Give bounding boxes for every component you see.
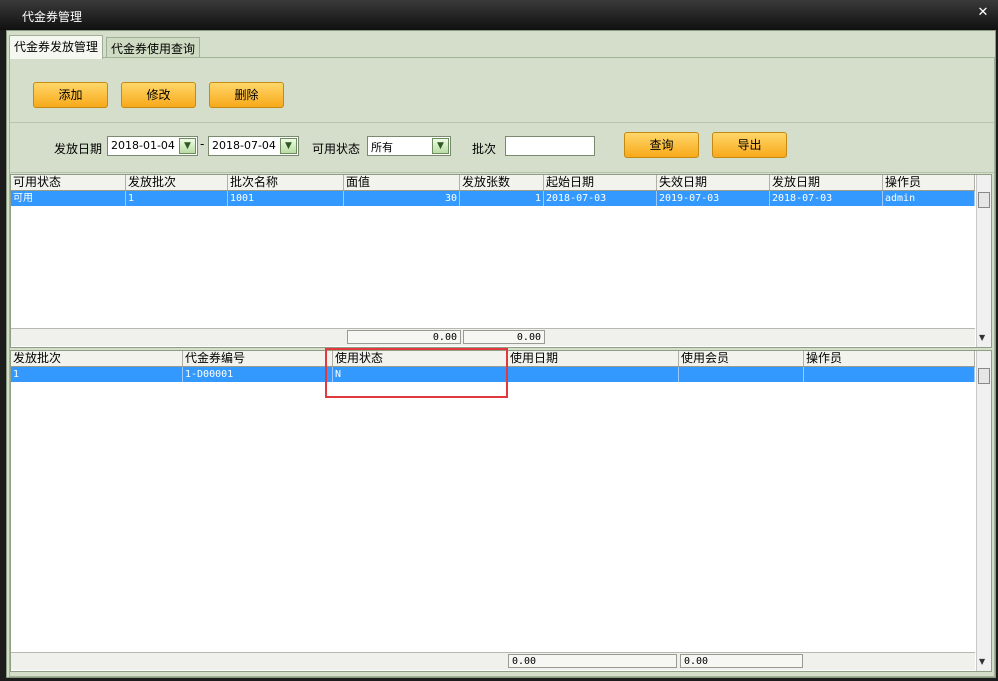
col-expire-date[interactable]: 失效日期: [657, 175, 770, 190]
total-1: 0.00: [508, 654, 677, 668]
export-button[interactable]: 导出: [712, 132, 787, 158]
batch-grid-header: 可用状态 发放批次 批次名称 面值 发放张数 起始日期 失效日期 发放日期 操作…: [11, 175, 975, 191]
col-issue-date[interactable]: 发放日期: [770, 175, 883, 190]
scroll-down-icon[interactable]: ▼: [979, 657, 985, 666]
cell-status: 可用: [11, 191, 126, 206]
tab-strip: 代金券发放管理 代金券使用查询: [7, 35, 995, 59]
cell-voucher-number: 1-D00001: [183, 367, 333, 382]
client-area: 代金券发放管理 代金券使用查询 添加 修改 删除 发放日期 2018-01-04…: [6, 30, 996, 678]
date-from-picker[interactable]: 2018-01-04 ▼: [107, 136, 198, 156]
cell-usage-date: [508, 367, 679, 382]
cell-count: 1: [460, 191, 544, 206]
col-operator[interactable]: 操作员: [804, 351, 975, 366]
voucher-grid-totals: 0.00 0.00: [11, 652, 975, 670]
chevron-down-icon[interactable]: ▼: [179, 138, 196, 154]
col-voucher-number[interactable]: 代金券编号: [183, 351, 333, 366]
col-operator[interactable]: 操作员: [883, 175, 975, 190]
status-value: 所有: [371, 141, 393, 154]
app-window: 代金券管理 ✕ 代金券发放管理 代金券使用查询 添加 修改 删除 发放日期 20…: [0, 0, 998, 681]
col-available-status[interactable]: 可用状态: [11, 175, 126, 190]
table-row[interactable]: 1 1-D00001 N: [11, 367, 975, 382]
cell-usage-member: [679, 367, 804, 382]
col-issue-batch[interactable]: 发放批次: [11, 351, 183, 366]
cell-usage-status: N: [333, 367, 508, 382]
close-icon[interactable]: ✕: [976, 6, 990, 20]
query-button[interactable]: 查询: [624, 132, 699, 158]
tab-voucher-issue[interactable]: 代金券发放管理: [9, 35, 104, 59]
col-issue-count[interactable]: 发放张数: [460, 175, 544, 190]
batch-grid[interactable]: 可用状态 发放批次 批次名称 面值 发放张数 起始日期 失效日期 发放日期 操作…: [10, 174, 992, 348]
col-issue-batch[interactable]: 发放批次: [126, 175, 228, 190]
title-bar: 代金券管理 ✕: [0, 0, 998, 30]
cell-issue-date: 2018-07-03: [770, 191, 883, 206]
cell-operator: admin: [883, 191, 975, 206]
date-separator: -: [200, 137, 205, 151]
status-select[interactable]: 所有 ▼: [367, 136, 451, 156]
col-face-value[interactable]: 面值: [344, 175, 460, 190]
scroll-thumb[interactable]: [978, 192, 990, 208]
col-start-date[interactable]: 起始日期: [544, 175, 657, 190]
batch-grid-totals: 0.00 0.00: [11, 328, 975, 346]
col-usage-status[interactable]: 使用状态: [333, 351, 508, 366]
cell-expire-date: 2019-07-03: [657, 191, 770, 206]
cell-batch: 1: [11, 367, 183, 382]
date-from-value: 2018-01-04: [111, 139, 175, 152]
cell-batch: 1: [126, 191, 228, 206]
edit-button[interactable]: 修改: [121, 82, 196, 108]
table-row[interactable]: 可用 1 1001 30 1 2018-07-03 2019-07-03 201…: [11, 191, 975, 206]
status-label: 可用状态: [312, 142, 361, 156]
date-to-picker[interactable]: 2018-07-04 ▼: [208, 136, 299, 156]
issue-panel: 添加 修改 删除 发放日期 2018-01-04 ▼ - 2018-07-04 …: [9, 57, 995, 677]
total-face-value: 0.00: [347, 330, 461, 344]
batch-grid-scrollbar[interactable]: ▼: [976, 175, 991, 347]
total-2: 0.00: [680, 654, 803, 668]
cell-operator: [804, 367, 975, 382]
chevron-down-icon[interactable]: ▼: [432, 138, 449, 154]
scroll-down-icon[interactable]: ▼: [979, 333, 985, 342]
filter-bar: 发放日期 2018-01-04 ▼ - 2018-07-04 ▼ 可用状态 所有…: [10, 124, 994, 173]
window-title: 代金券管理: [22, 10, 83, 24]
batch-label: 批次: [472, 142, 497, 156]
toolbar: 添加 修改 删除: [10, 58, 994, 123]
scroll-thumb[interactable]: [978, 368, 990, 384]
add-button[interactable]: 添加: [33, 82, 108, 108]
date-to-value: 2018-07-04: [212, 139, 276, 152]
col-usage-date[interactable]: 使用日期: [508, 351, 679, 366]
batch-input[interactable]: [505, 136, 595, 156]
issue-date-label: 发放日期: [54, 142, 103, 156]
tab-voucher-usage[interactable]: 代金券使用查询: [106, 37, 201, 58]
cell-face-value: 30: [344, 191, 460, 206]
delete-button[interactable]: 删除: [209, 82, 284, 108]
total-count: 0.00: [463, 330, 545, 344]
chevron-down-icon[interactable]: ▼: [280, 138, 297, 154]
voucher-grid-scrollbar[interactable]: ▼: [976, 351, 991, 671]
voucher-grid[interactable]: 发放批次 代金券编号 使用状态 使用日期 使用会员 操作员 1 1-D00001…: [10, 350, 992, 672]
col-usage-member[interactable]: 使用会员: [679, 351, 804, 366]
cell-batch-name: 1001: [228, 191, 344, 206]
col-batch-name[interactable]: 批次名称: [228, 175, 344, 190]
cell-start-date: 2018-07-03: [544, 191, 657, 206]
voucher-grid-header: 发放批次 代金券编号 使用状态 使用日期 使用会员 操作员: [11, 351, 975, 367]
